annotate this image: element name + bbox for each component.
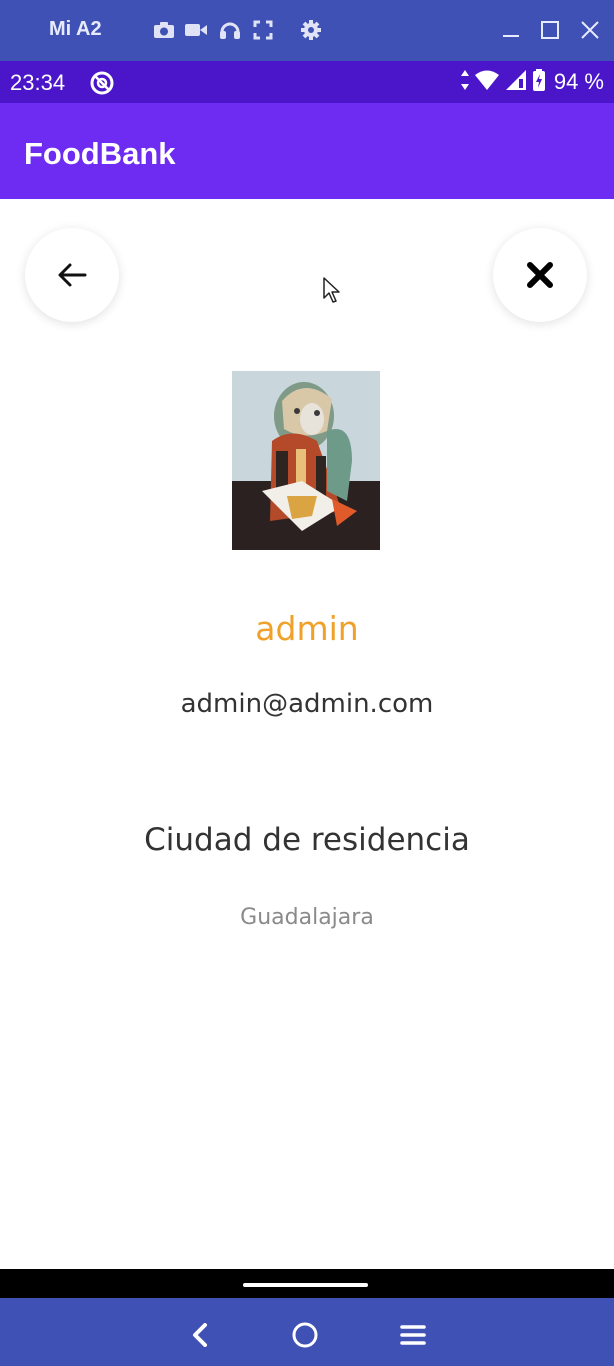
close-window-icon[interactable]: [576, 16, 604, 44]
back-button[interactable]: [25, 228, 119, 322]
headset-icon[interactable]: [218, 18, 242, 42]
status-time: 23:34: [10, 70, 66, 95]
close-button[interactable]: [493, 228, 587, 322]
battery-icon: [532, 68, 546, 96]
battery-percent: 94 %: [553, 69, 604, 94]
signal-icon: [504, 69, 528, 96]
wifi-icon: [474, 69, 500, 96]
gesture-bar: [0, 1269, 614, 1298]
data-transfer-icon: [460, 69, 470, 96]
profile-screen: admin admin@admin.com Ciudad de residenc…: [0, 199, 614, 1269]
profile-image: [232, 371, 380, 550]
user-name: admin: [255, 609, 359, 648]
video-icon[interactable]: [184, 18, 208, 42]
user-email: admin@admin.com: [180, 689, 434, 719]
minimize-icon[interactable]: [497, 16, 525, 44]
city-value: Guadalajara: [240, 905, 374, 930]
camera-icon[interactable]: [152, 18, 176, 42]
nav-menu-icon[interactable]: [398, 1320, 428, 1350]
status-bar: 23:34 94 %: [0, 61, 614, 103]
app-title: FoodBank: [24, 136, 176, 171]
city-label: Ciudad de residencia: [144, 822, 470, 858]
app-bar: FoodBank: [0, 103, 614, 199]
mouse-cursor-icon: [323, 277, 341, 308]
maximize-icon[interactable]: [536, 16, 564, 44]
emulator-nav-bar: [0, 1298, 614, 1366]
settings-icon[interactable]: [299, 18, 323, 42]
close-icon: [527, 262, 553, 288]
arrow-left-icon: [58, 263, 87, 287]
status-icons: 94 %: [460, 68, 604, 96]
gesture-handle[interactable]: [243, 1283, 368, 1287]
do-not-disturb-icon: [89, 70, 115, 96]
fullscreen-icon[interactable]: [251, 18, 275, 42]
nav-back-icon[interactable]: [185, 1320, 215, 1350]
emulator-title-bar: Mi A2: [0, 0, 614, 61]
device-title: Mi A2: [49, 18, 102, 40]
nav-home-icon[interactable]: [290, 1320, 320, 1350]
